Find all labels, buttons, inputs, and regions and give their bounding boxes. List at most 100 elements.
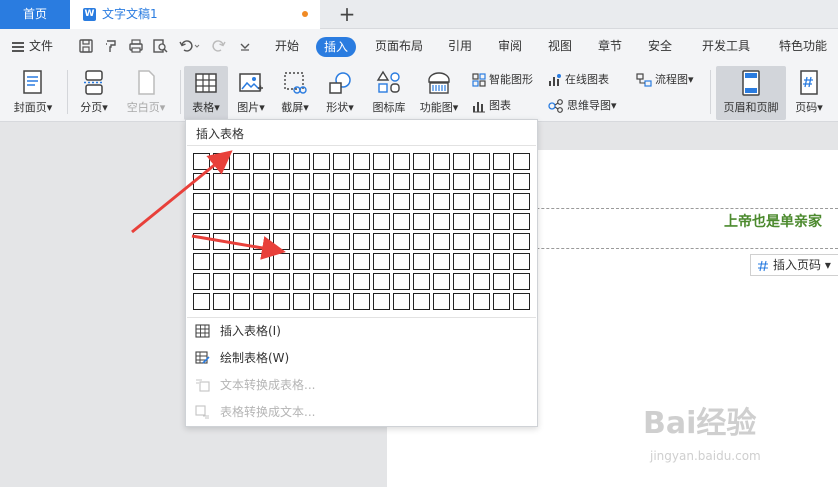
table-grid-cell[interactable] [233,193,250,210]
menu-insert[interactable]: 插入 [316,37,357,57]
file-menu[interactable]: 文件 [12,29,53,64]
table-grid-cell[interactable] [353,213,370,230]
table-grid-cell[interactable] [313,213,330,230]
table-grid-cell[interactable] [393,153,410,170]
table-grid-cell[interactable] [493,273,510,290]
table-grid-cell[interactable] [253,213,270,230]
table-grid-cell[interactable] [213,273,230,290]
table-grid-cell[interactable] [433,293,450,310]
table-grid-cell[interactable] [473,153,490,170]
table-grid-cell[interactable] [373,253,390,270]
table-grid-cell[interactable] [313,273,330,290]
table-grid-cell[interactable] [233,273,250,290]
table-grid-cell[interactable] [193,193,210,210]
menu-page-layout[interactable]: 页面布局 [375,29,423,64]
table-grid-cell[interactable] [373,153,390,170]
menu-view[interactable]: 视图 [548,29,572,64]
table-grid-cell[interactable] [193,233,210,250]
table-grid-cell[interactable] [393,253,410,270]
table-grid-cell[interactable] [513,173,530,190]
table-grid-cell[interactable] [213,173,230,190]
table-grid-cell[interactable] [293,273,310,290]
table-grid-cell[interactable] [493,213,510,230]
table-grid-cell[interactable] [193,213,210,230]
table-grid-cell[interactable] [413,193,430,210]
table-grid-cell[interactable] [493,173,510,190]
table-grid-cell[interactable] [233,173,250,190]
tab-home[interactable]: 首页 [0,0,70,29]
table-grid-cell[interactable] [453,213,470,230]
table-grid-cell[interactable] [333,213,350,230]
table-grid-cell[interactable] [373,173,390,190]
table-grid-cell[interactable] [373,273,390,290]
table-grid-cell[interactable] [473,233,490,250]
print-preview-icon[interactable] [152,38,168,54]
page-break-button[interactable]: 分页▾ [72,66,116,120]
table-grid-cell[interactable] [293,173,310,190]
table-grid-cell[interactable] [353,193,370,210]
table-grid-cell[interactable] [433,213,450,230]
table-grid-cell[interactable] [333,273,350,290]
table-grid-cell[interactable] [333,293,350,310]
table-grid-cell[interactable] [453,233,470,250]
table-grid-cell[interactable] [193,173,210,190]
table-grid-cell[interactable] [373,213,390,230]
table-grid-cell[interactable] [433,253,450,270]
table-grid-cell[interactable] [433,233,450,250]
format-painter-icon[interactable] [103,38,119,54]
table-grid-cell[interactable] [273,193,290,210]
customize-toolbar-icon[interactable] [237,38,253,54]
table-grid-cell[interactable] [193,153,210,170]
table-grid-cell[interactable] [273,213,290,230]
tab-document[interactable]: W 文字文稿1 [70,0,320,29]
table-grid-cell[interactable] [353,293,370,310]
online-chart-button[interactable]: 在线图表 [548,70,609,90]
table-grid-cell[interactable] [413,213,430,230]
table-grid-cell[interactable] [233,153,250,170]
menu-start[interactable]: 开始 [275,29,299,64]
chart-button[interactable]: 图表 [472,96,511,116]
shape-button[interactable]: 形状▾ [318,66,362,120]
blank-page-button[interactable]: 空白页▾ [118,66,174,120]
table-grid-cell[interactable] [393,173,410,190]
table-grid-cell[interactable] [333,193,350,210]
table-grid-cell[interactable] [473,213,490,230]
table-grid-cell[interactable] [473,253,490,270]
table-grid-cell[interactable] [513,153,530,170]
insert-table-menu-item[interactable]: 插入表格(I) [186,318,537,344]
table-grid-cell[interactable] [513,293,530,310]
table-grid-cell[interactable] [413,253,430,270]
table-grid-cell[interactable] [273,173,290,190]
function-chart-button[interactable]: 功能图▾ [414,66,464,120]
table-grid-cell[interactable] [233,253,250,270]
save-icon[interactable] [78,38,94,54]
table-grid-cell[interactable] [273,153,290,170]
table-grid-cell[interactable] [293,213,310,230]
table-grid-cell[interactable] [273,253,290,270]
table-grid-cell[interactable] [333,153,350,170]
table-grid-cell[interactable] [253,173,270,190]
table-grid-cell[interactable] [313,233,330,250]
table-grid-cell[interactable] [453,253,470,270]
table-grid-cell[interactable] [393,233,410,250]
table-grid-cell[interactable] [233,213,250,230]
icon-library-button[interactable]: 图标库 [366,66,412,120]
draw-table-menu-item[interactable]: 绘制表格(W) [186,345,537,371]
smart-graphic-button[interactable]: 智能图形 [472,70,533,90]
cover-page-button[interactable]: 封面页▾ [6,66,60,120]
table-grid-cell[interactable] [513,213,530,230]
table-grid-cell[interactable] [373,193,390,210]
table-grid-cell[interactable] [353,233,370,250]
menu-security[interactable]: 安全 [648,29,672,64]
table-grid-cell[interactable] [253,153,270,170]
insert-page-number-button[interactable]: 插入页码 ▾ [750,254,838,276]
table-grid-cell[interactable] [373,293,390,310]
table-grid-cell[interactable] [373,233,390,250]
table-grid-cell[interactable] [453,193,470,210]
table-grid-cell[interactable] [213,153,230,170]
table-grid-cell[interactable] [353,273,370,290]
table-grid-cell[interactable] [333,173,350,190]
table-grid-cell[interactable] [473,293,490,310]
menu-features[interactable]: 特色功能 [779,29,827,64]
table-grid-cell[interactable] [453,153,470,170]
